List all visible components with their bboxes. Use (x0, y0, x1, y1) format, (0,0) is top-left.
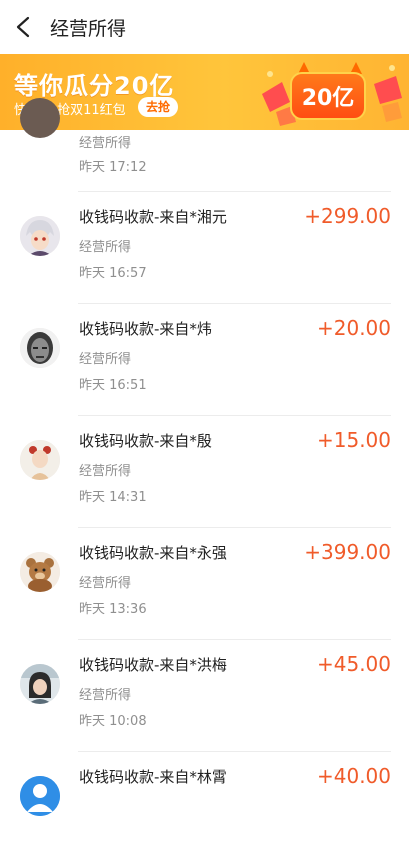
item-amount: +45.00 (316, 652, 391, 676)
avatar (20, 328, 60, 368)
item-time: 昨天 16:57 (79, 266, 147, 281)
list-item[interactable]: 收钱码收款-来自*永强 经营所得 昨天 13:36 +399.00 (0, 528, 409, 640)
transaction-list: 经营所得 昨天 17:12 收钱码收款-来自*湘元 经营所得 昨天 16:57 … (0, 98, 409, 864)
item-amount: +40.00 (316, 764, 391, 788)
item-title: 收钱码收款-来自*殷 (79, 432, 212, 450)
item-time: 昨天 10:08 (79, 714, 147, 729)
item-title: 收钱码收款-来自*炜 (79, 320, 212, 338)
list-item[interactable]: 收钱码收款-来自*洪梅 经营所得 昨天 10:08 +45.00 (0, 640, 409, 752)
item-title: 收钱码收款-来自*湘元 (79, 208, 227, 226)
user-icon (20, 776, 60, 816)
item-category: 经营所得 (79, 576, 132, 591)
banner-cta-button[interactable]: 去抢 (138, 97, 179, 117)
list-item[interactable]: 收钱码收款-来自*殷 经营所得 昨天 14:31 +15.00 (0, 416, 409, 528)
item-time: 昨天 13:36 (79, 602, 147, 617)
promo-banner[interactable]: 等你瓜分20亿 快集合 抢双11红包 去抢 20亿 (0, 54, 409, 130)
page-title: 经营所得 (50, 17, 127, 40)
banner-title: 等你瓜分20亿 (14, 72, 175, 100)
item-amount: +15.00 (316, 428, 391, 452)
avatar (20, 440, 60, 480)
avatar (20, 98, 60, 138)
item-title: 收钱码收款-来自*永强 (79, 544, 227, 562)
list-item[interactable]: 收钱码收款-来自*湘元 经营所得 昨天 16:57 +299.00 (0, 192, 409, 304)
item-category: 经营所得 (79, 352, 132, 367)
item-time: 昨天 16:51 (79, 378, 147, 393)
list-item[interactable]: 经营所得 昨天 17:12 (0, 98, 409, 192)
item-category: 经营所得 (79, 136, 132, 151)
avatar (20, 552, 60, 592)
avatar (20, 664, 60, 704)
item-category: 经营所得 (79, 688, 132, 703)
chevron-left-icon (16, 16, 30, 38)
back-button[interactable] (0, 0, 46, 54)
item-amount: +399.00 (304, 540, 391, 564)
item-time: 昨天 17:12 (79, 160, 147, 175)
item-category: 经营所得 (79, 464, 132, 479)
item-title: 收钱码收款-来自*林霄 (79, 768, 227, 786)
avatar (20, 216, 60, 256)
avatar (20, 776, 60, 816)
item-title: 收钱码收款-来自*洪梅 (79, 656, 227, 674)
top-bar: 经营所得 (0, 0, 409, 54)
banner-badge: 20亿 (290, 72, 366, 120)
item-amount: +299.00 (304, 204, 391, 228)
list-item[interactable]: 收钱码收款-来自*炜 经营所得 昨天 16:51 +20.00 (0, 304, 409, 416)
list-item[interactable]: 收钱码收款-来自*林霄 +40.00 (0, 752, 409, 864)
item-time: 昨天 14:31 (79, 490, 147, 505)
item-amount: +20.00 (316, 316, 391, 340)
item-category: 经营所得 (79, 240, 132, 255)
